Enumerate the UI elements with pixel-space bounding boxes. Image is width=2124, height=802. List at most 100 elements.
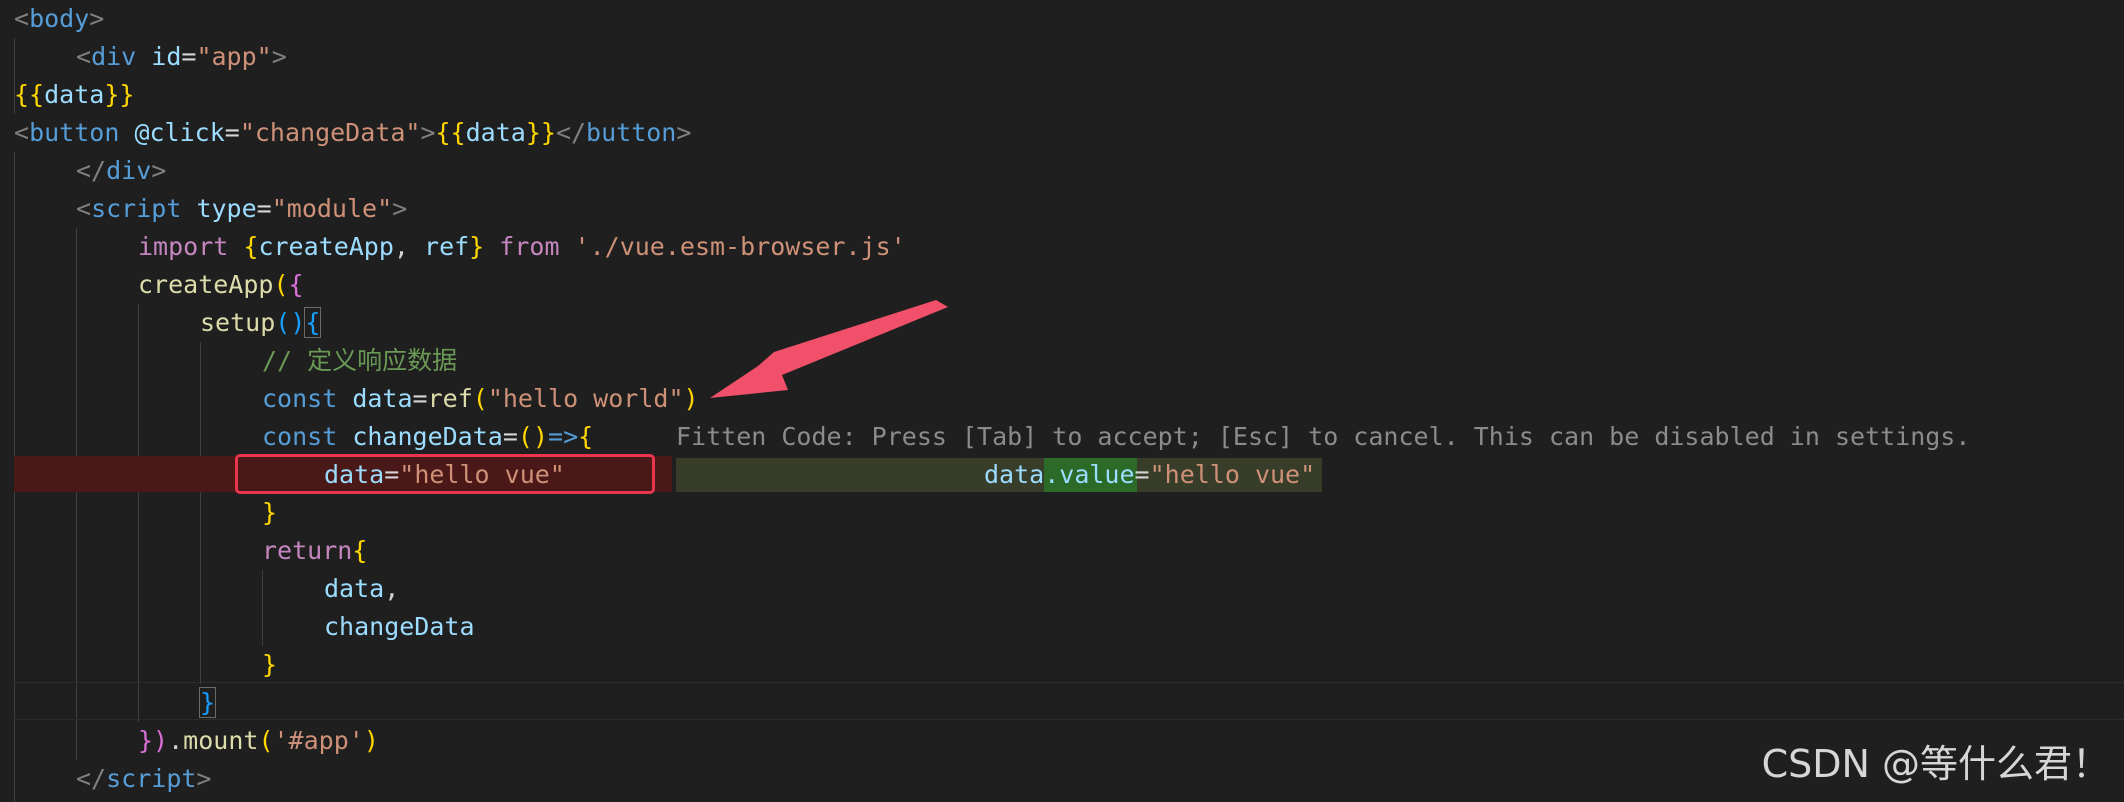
paren-open: (	[472, 384, 488, 413]
tag-close-bracket: >	[196, 764, 212, 793]
variable: changeData	[352, 422, 503, 451]
tag-close-bracket: >	[89, 4, 105, 33]
mustache-close: }}	[525, 118, 556, 147]
mustache-close: }}	[104, 80, 135, 109]
brace-open: {	[578, 422, 594, 451]
code-line-9[interactable]: setup(){	[0, 304, 2124, 342]
suggestion-equals-sign: =	[1134, 460, 1150, 489]
brace-close: }	[469, 232, 485, 261]
paren-open: (	[258, 726, 274, 755]
import-name: ref	[424, 232, 470, 261]
equals-sign: =	[502, 422, 518, 451]
module-path-string: './vue.esm-browser.js'	[574, 232, 906, 261]
code-line-19[interactable]: }	[0, 684, 2124, 722]
parens: ()	[275, 308, 306, 337]
code-line-18[interactable]: }	[0, 646, 2124, 684]
code-line-5[interactable]: </div>	[0, 152, 2124, 190]
tag-open-bracket: <	[76, 42, 92, 71]
mustache-open: {{	[14, 80, 45, 109]
attribute-name: type	[196, 194, 257, 223]
code-line-8[interactable]: createApp({	[0, 266, 2124, 304]
variable: data	[465, 118, 526, 147]
equals-sign: =	[256, 194, 272, 223]
tag-name: script	[91, 194, 182, 223]
code-line-14[interactable]: }	[0, 494, 2124, 532]
keyword-return: return	[262, 536, 353, 565]
code-line-15[interactable]: return{	[0, 532, 2124, 570]
tag-open-bracket: <	[14, 4, 30, 33]
tag-open-bracket: </	[76, 156, 107, 185]
comma: ,	[384, 574, 400, 603]
comma: ,	[393, 232, 425, 261]
keyword-const: const	[262, 384, 338, 413]
tag-open-bracket: </	[76, 764, 107, 793]
tag-open-bracket: <	[14, 118, 30, 147]
inline-suggestion-code: data.value="hello vue"	[984, 456, 1315, 494]
import-name: createApp	[258, 232, 394, 261]
brace-open: {	[288, 270, 304, 299]
brace-close: }	[262, 498, 278, 527]
attribute-value: "app"	[196, 42, 272, 71]
tag-name: button	[29, 118, 120, 147]
paren-open: (	[273, 270, 289, 299]
function-name: createApp	[138, 270, 274, 299]
code-comment: // 定义响应数据	[262, 346, 458, 375]
paren-close: )	[363, 726, 379, 755]
attribute-value: "changeData"	[239, 118, 421, 147]
annotation-highlight-box	[235, 454, 655, 494]
inline-suggestion-hint: Fitten Code: Press [Tab] to accept; [Esc…	[676, 422, 1971, 451]
parens: ()	[517, 422, 549, 451]
variable: data	[44, 80, 105, 109]
tag-close-bracket: >	[151, 156, 167, 185]
arrow-operator: =>	[548, 422, 579, 451]
variable: changeData	[324, 612, 475, 641]
variable: data	[352, 384, 413, 413]
suggestion-string: "hello vue"	[1149, 460, 1316, 489]
brace-paren-close: })	[138, 726, 169, 755]
paren-close: )	[683, 384, 699, 413]
tag-name: div	[106, 156, 152, 185]
function-name: ref	[427, 384, 473, 413]
code-line-7[interactable]: import {createApp, ref} from './vue.esm-…	[0, 228, 2124, 266]
tag-close-bracket: >	[392, 194, 408, 223]
string-literal: '#app'	[273, 726, 364, 755]
brace-close: }	[198, 687, 217, 718]
tag-close-bracket: >	[271, 42, 287, 71]
code-line-3[interactable]: {{data}}	[0, 76, 2124, 114]
brace-close: }	[262, 650, 278, 679]
code-editor[interactable]: <body> <div id="app"> {{data}} <button @…	[0, 0, 2124, 802]
suggestion-variable: data	[984, 460, 1045, 489]
code-line-10[interactable]: // 定义响应数据	[0, 342, 2124, 380]
code-line-4[interactable]: <button @click="changeData">{{data}}</bu…	[0, 114, 2124, 152]
end-tag-close-bracket: >	[676, 118, 692, 147]
brace-open: {	[352, 536, 368, 565]
attribute-value: "module"	[271, 194, 393, 223]
equals-sign: =	[224, 118, 240, 147]
attribute-name: id	[151, 42, 182, 71]
code-line-11[interactable]: const data=ref("hello world")	[0, 380, 2124, 418]
end-tag-name: button	[586, 118, 677, 147]
tag-name: div	[91, 42, 137, 71]
tag-name: script	[106, 764, 197, 793]
tag-name: body	[29, 4, 90, 33]
code-line-6[interactable]: <script type="module">	[0, 190, 2124, 228]
function-name: mount	[183, 726, 259, 755]
brace-open: {	[304, 307, 322, 338]
dot: .	[168, 726, 184, 755]
watermark-text: CSDN @等什么君！	[1761, 742, 2110, 786]
code-line-1[interactable]: <body>	[0, 0, 2124, 38]
brace-open: {	[243, 232, 259, 261]
tag-open-bracket: <	[76, 194, 92, 223]
code-line-17[interactable]: changeData	[0, 608, 2124, 646]
mustache-open: {{	[435, 118, 466, 147]
code-line-2[interactable]: <div id="app">	[0, 38, 2124, 76]
string-literal: "hello world"	[487, 384, 684, 413]
keyword-import: import	[138, 232, 229, 261]
equals-sign: =	[412, 384, 428, 413]
attribute-name: @click	[134, 118, 225, 147]
end-tag-open-bracket: </	[555, 118, 587, 147]
code-line-16[interactable]: data,	[0, 570, 2124, 608]
code-line-12[interactable]: const changeData=()=>{ Fitten Code: Pres…	[0, 418, 2124, 456]
keyword-const: const	[262, 422, 338, 451]
